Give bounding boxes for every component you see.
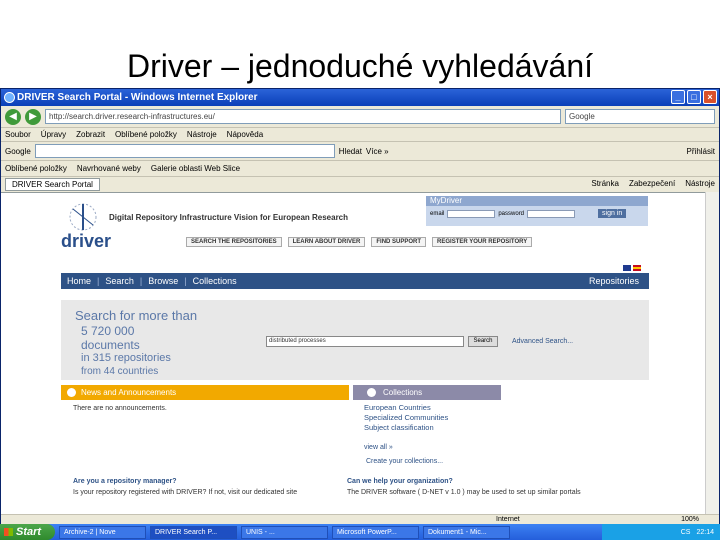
menu-item[interactable]: Zobrazit bbox=[76, 128, 105, 141]
language-flags bbox=[623, 265, 641, 271]
menu-item[interactable]: Úpravy bbox=[41, 128, 66, 141]
taskbar: Start Archive-2 | Nove DRIVER Search P..… bbox=[0, 524, 720, 540]
slide-title: Driver – jednoduché vyhledávání bbox=[126, 48, 594, 84]
taskbar-button[interactable]: Archive-2 | Nove bbox=[59, 525, 146, 539]
vertical-scrollbar[interactable] bbox=[705, 192, 719, 514]
taskbar-button[interactable]: Microsoft PowerP... bbox=[332, 525, 419, 539]
register-repository-button[interactable]: REGISTER YOUR REPOSITORY bbox=[432, 237, 533, 247]
manager-text: Is your repository registered with DRIVE… bbox=[73, 489, 298, 496]
uk-flag-icon[interactable] bbox=[623, 265, 631, 271]
collection-link[interactable]: Subject classification bbox=[364, 423, 448, 433]
google-toolbar: Google Hledat Více » Přihlásit bbox=[1, 141, 719, 160]
main-nav: Home | Search | Browse | Collections Rep… bbox=[61, 273, 649, 289]
country-count: from 44 countries bbox=[81, 366, 159, 377]
nav-repositories[interactable]: Repositories bbox=[589, 276, 639, 286]
minimize-icon[interactable]: _ bbox=[671, 90, 685, 104]
email-field[interactable] bbox=[447, 209, 496, 218]
google-search-input[interactable] bbox=[34, 144, 335, 158]
favorites-bar: Oblíbené položky Navrhované weby Galerie… bbox=[1, 160, 719, 176]
windows-logo-icon bbox=[4, 528, 13, 536]
taskbar-button[interactable]: Dokument1 - Mic... bbox=[423, 525, 510, 539]
taskbar-button[interactable]: DRIVER Search P... bbox=[150, 525, 237, 539]
menu-item[interactable]: Nápověda bbox=[227, 128, 263, 141]
nav-home[interactable]: Home bbox=[67, 276, 91, 286]
ie-icon bbox=[4, 92, 15, 103]
password-label: password bbox=[498, 210, 525, 217]
back-arrow-icon[interactable]: ◀ bbox=[5, 108, 21, 125]
nav-browse[interactable]: Browse bbox=[148, 276, 178, 286]
organization-text: The DRIVER software ( D-NET v 1.0 ) may … bbox=[347, 489, 581, 496]
search-input[interactable]: distributed processes bbox=[266, 336, 464, 347]
signin-button[interactable]: sign in bbox=[598, 209, 627, 218]
clock: 22:14 bbox=[696, 528, 714, 536]
collection-link[interactable]: European Countries bbox=[364, 403, 448, 413]
document-count: 5 720 000 documents bbox=[81, 324, 140, 352]
tab-driver-search[interactable]: DRIVER Search Portal bbox=[5, 178, 100, 191]
forward-arrow-icon[interactable]: ▶ bbox=[25, 108, 41, 125]
google-label: Google bbox=[5, 146, 31, 156]
create-collection-link[interactable]: Create your collections... bbox=[366, 458, 443, 465]
menu-item[interactable]: Soubor bbox=[5, 128, 31, 141]
menu-bar: Soubor Úpravy Zobrazit Oblíbené položky … bbox=[1, 128, 719, 141]
web-slice-gallery-link[interactable]: Galerie oblasti Web Slice bbox=[151, 164, 240, 173]
tagline: Digital Repository Infrastructure Vision… bbox=[109, 213, 349, 222]
menu-item[interactable]: Oblíbené položky bbox=[115, 128, 177, 141]
google-signin-button[interactable]: Přihlásit bbox=[687, 147, 715, 156]
tab-bar: DRIVER Search Portal Stránka Zabezpečení… bbox=[1, 176, 719, 192]
top-nav: SEARCH THE REPOSITORIES LEARN ABOUT DRIV… bbox=[186, 237, 533, 247]
search-repositories-button[interactable]: SEARCH THE REPOSITORIES bbox=[186, 237, 282, 247]
find-support-button[interactable]: FIND SUPPORT bbox=[371, 237, 427, 247]
suggested-sites-link[interactable]: Navrhované weby bbox=[77, 164, 141, 173]
search-button[interactable]: Search bbox=[468, 336, 498, 347]
page-content: driver Digital Repository Infrastructure… bbox=[1, 192, 719, 514]
driver-logo-text: driver bbox=[61, 231, 112, 251]
start-button[interactable]: Start bbox=[0, 524, 55, 540]
collections-icon bbox=[367, 388, 376, 397]
email-label: email bbox=[430, 210, 445, 217]
browser-search-input[interactable]: Google bbox=[565, 109, 715, 124]
es-flag-icon[interactable] bbox=[633, 265, 641, 271]
manager-question: Are you a repository manager? bbox=[73, 478, 177, 485]
view-all-link[interactable]: view all » bbox=[364, 444, 393, 451]
menu-item[interactable]: Nástroje bbox=[187, 128, 217, 141]
internet-zone: Internet bbox=[496, 516, 520, 523]
password-field[interactable] bbox=[527, 209, 576, 218]
news-header: News and Announcements bbox=[61, 385, 349, 400]
search-panel: Search for more than 5 720 000 documents… bbox=[61, 300, 649, 380]
google-more-link[interactable]: Více » bbox=[366, 147, 389, 156]
collection-link[interactable]: Specialized Communities bbox=[364, 413, 448, 423]
system-tray: CS 22:14 bbox=[602, 524, 720, 540]
collections-header: Collections bbox=[353, 385, 501, 400]
taskbar-button[interactable]: UNIS - ... bbox=[241, 525, 328, 539]
safety-menu[interactable]: Zabezpečení bbox=[629, 179, 675, 188]
mydriver-panel: MyDriver email password sign in bbox=[426, 196, 648, 226]
mydriver-title: MyDriver bbox=[426, 196, 648, 206]
close-icon[interactable]: × bbox=[703, 90, 717, 104]
nav-collections[interactable]: Collections bbox=[193, 276, 237, 286]
repository-count: in 315 repositories bbox=[81, 352, 171, 364]
window-titlebar[interactable]: DRIVER Search Portal - Windows Internet … bbox=[1, 89, 719, 106]
news-icon bbox=[67, 388, 76, 397]
search-heading: Search for more than bbox=[75, 308, 198, 323]
advanced-search-link[interactable]: Advanced Search... bbox=[512, 338, 573, 345]
google-search-button[interactable]: Hledat bbox=[339, 147, 362, 156]
organization-question: Can we help your organization? bbox=[347, 478, 453, 485]
language-indicator[interactable]: CS bbox=[681, 529, 691, 536]
news-text: There are no announcements. bbox=[73, 405, 167, 412]
address-input[interactable]: http://search.driver.research-infrastruc… bbox=[45, 109, 561, 124]
browser-window: DRIVER Search Portal - Windows Internet … bbox=[0, 88, 720, 540]
tools-menu[interactable]: Nástroje bbox=[685, 179, 715, 188]
zoom-level[interactable]: 100% bbox=[681, 516, 699, 523]
address-bar-row: ◀ ▶ http://search.driver.research-infras… bbox=[1, 106, 719, 128]
window-title: DRIVER Search Portal - Windows Internet … bbox=[17, 92, 258, 103]
nav-search[interactable]: Search bbox=[105, 276, 134, 286]
driver-logo-icon bbox=[69, 203, 97, 231]
favorites-button[interactable]: Oblíbené položky bbox=[5, 164, 67, 173]
collections-list: European Countries Specialized Communiti… bbox=[364, 403, 448, 433]
maximize-icon[interactable]: □ bbox=[687, 90, 701, 104]
learn-about-button[interactable]: LEARN ABOUT DRIVER bbox=[287, 237, 366, 247]
page-menu[interactable]: Stránka bbox=[591, 179, 619, 188]
